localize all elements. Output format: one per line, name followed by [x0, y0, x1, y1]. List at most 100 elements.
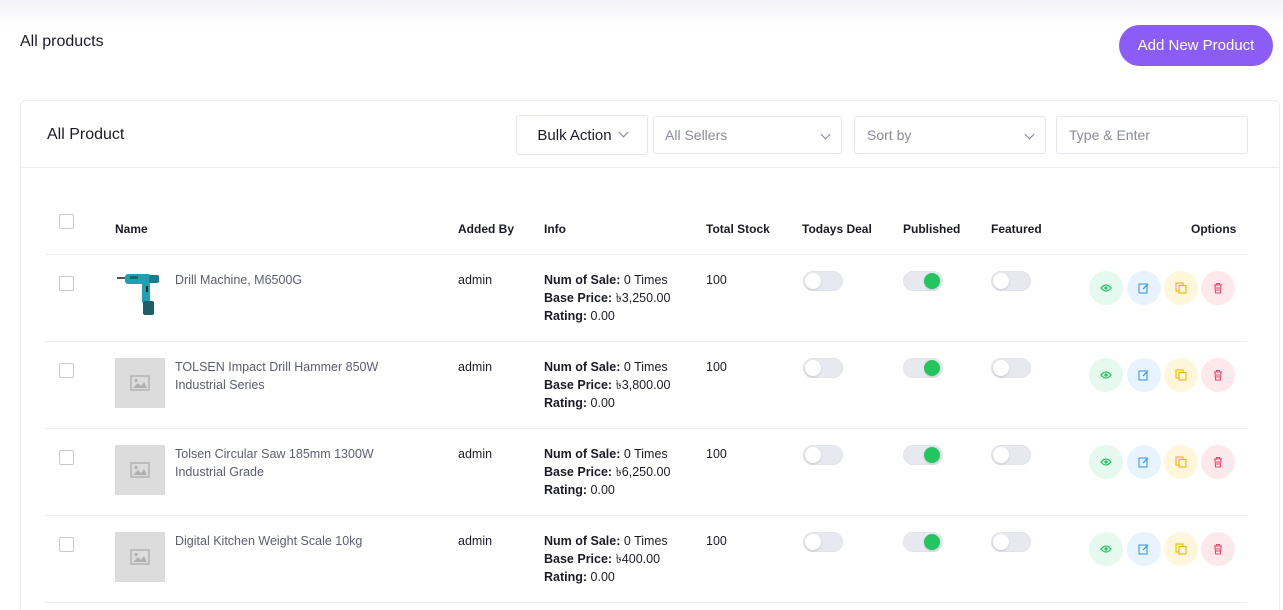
sort-select[interactable]: Sort by: [854, 116, 1046, 154]
row-checkbox[interactable]: [59, 276, 74, 291]
todays-deal-toggle[interactable]: [803, 532, 843, 552]
rating-label: Rating:: [544, 570, 588, 584]
total-stock: 100: [706, 534, 727, 548]
edit-button[interactable]: [1127, 532, 1161, 566]
duplicate-button[interactable]: [1164, 445, 1198, 479]
select-all-checkbox[interactable]: [59, 214, 74, 229]
trash-icon: [1214, 543, 1222, 555]
featured-toggle[interactable]: [991, 532, 1031, 552]
copy-icon: [1175, 369, 1187, 381]
todays-deal-toggle[interactable]: [803, 445, 843, 465]
add-new-product-button[interactable]: Add New Product: [1119, 25, 1273, 66]
column-name: Name: [115, 222, 148, 236]
trash-icon: [1214, 456, 1222, 468]
price-value: ৳6,250.00: [612, 465, 671, 479]
edit-button[interactable]: [1127, 445, 1161, 479]
product-thumbnail[interactable]: [115, 532, 165, 582]
duplicate-button[interactable]: [1164, 358, 1198, 392]
eye-icon: [1100, 371, 1112, 379]
price-label: Base Price:: [544, 378, 613, 392]
page-title: All products: [20, 33, 104, 50]
rating-value: 0.00: [587, 396, 615, 410]
eye-icon: [1100, 545, 1112, 553]
sales-label: Num of Sale:: [544, 447, 621, 461]
added-by: admin: [458, 360, 493, 374]
product-name[interactable]: Digital Kitchen Weight Scale 10kg: [175, 532, 405, 550]
trash-icon: [1214, 369, 1222, 381]
product-info: Num of Sale: 0 Times Base Price: ৳6,250.…: [544, 445, 670, 499]
rating-label: Rating:: [544, 309, 588, 323]
delete-button[interactable]: [1201, 358, 1235, 392]
sales-value: 0 Times: [620, 273, 668, 287]
bulk-action-label: Bulk Action: [537, 126, 612, 144]
featured-toggle[interactable]: [991, 445, 1031, 465]
view-button[interactable]: [1089, 358, 1123, 392]
featured-toggle[interactable]: [991, 271, 1031, 291]
chevron-down-icon: [820, 129, 831, 140]
search-input[interactable]: [1056, 116, 1248, 154]
featured-toggle[interactable]: [991, 358, 1031, 378]
rating-label: Rating:: [544, 483, 588, 497]
delete-button[interactable]: [1201, 445, 1235, 479]
card-header: All Product Bulk Action All Sellers Sort…: [21, 101, 1279, 168]
product-thumbnail[interactable]: [115, 445, 165, 495]
todays-deal-toggle[interactable]: [803, 358, 843, 378]
sales-value: 0 Times: [620, 534, 668, 548]
view-button[interactable]: [1089, 445, 1123, 479]
duplicate-button[interactable]: [1164, 271, 1198, 305]
total-stock: 100: [706, 447, 727, 461]
rating-value: 0.00: [587, 309, 615, 323]
bulk-action-dropdown[interactable]: Bulk Action: [516, 115, 648, 155]
copy-icon: [1175, 543, 1187, 555]
published-toggle[interactable]: [903, 445, 943, 465]
row-checkbox[interactable]: [59, 537, 74, 552]
view-button[interactable]: [1089, 532, 1123, 566]
product-info: Num of Sale: 0 Times Base Price: ৳3,250.…: [544, 271, 670, 325]
sort-select-value: Sort by: [867, 127, 912, 143]
todays-deal-toggle[interactable]: [803, 271, 843, 291]
product-info: Num of Sale: 0 Times Base Price: ৳400.00…: [544, 532, 668, 586]
sales-label: Num of Sale:: [544, 273, 621, 287]
edit-icon: [1138, 370, 1149, 381]
column-todays-deal: Todays Deal: [802, 222, 872, 236]
row-divider: [45, 428, 1247, 429]
row-checkbox[interactable]: [59, 363, 74, 378]
published-toggle[interactable]: [903, 532, 943, 552]
eye-icon: [1100, 458, 1112, 466]
published-toggle[interactable]: [903, 271, 943, 291]
sales-label: Num of Sale:: [544, 534, 621, 548]
price-label: Base Price:: [544, 291, 613, 305]
price-label: Base Price:: [544, 465, 613, 479]
row-divider: [45, 515, 1247, 516]
product-name[interactable]: Tolsen Circular Saw 185mm 1300W Industri…: [175, 445, 405, 481]
image-placeholder-icon: [130, 375, 150, 391]
added-by: admin: [458, 447, 493, 461]
column-added-by: Added By: [458, 222, 515, 236]
product-thumbnail[interactable]: [115, 270, 165, 320]
sellers-select[interactable]: All Sellers: [653, 116, 842, 154]
view-button[interactable]: [1089, 271, 1123, 305]
row-checkbox[interactable]: [59, 450, 74, 465]
chevron-down-icon: [1024, 129, 1035, 140]
eye-icon: [1100, 284, 1112, 292]
row-divider: [45, 341, 1247, 342]
product-name[interactable]: Drill Machine, M6500G: [175, 271, 405, 289]
image-placeholder-icon: [130, 462, 150, 478]
price-label: Base Price:: [544, 552, 613, 566]
rating-label: Rating:: [544, 396, 588, 410]
edit-button[interactable]: [1127, 358, 1161, 392]
published-toggle[interactable]: [903, 358, 943, 378]
delete-button[interactable]: [1201, 271, 1235, 305]
sellers-select-value: All Sellers: [665, 127, 728, 143]
edit-button[interactable]: [1127, 271, 1161, 305]
column-info: Info: [544, 222, 566, 236]
trash-icon: [1214, 282, 1222, 294]
delete-button[interactable]: [1201, 532, 1235, 566]
price-value: ৳3,250.00: [612, 291, 671, 305]
product-thumbnail[interactable]: [115, 358, 165, 408]
product-name[interactable]: TOLSEN Impact Drill Hammer 850W Industri…: [175, 358, 405, 394]
column-total-stock: Total Stock: [706, 222, 770, 236]
duplicate-button[interactable]: [1164, 532, 1198, 566]
sales-label: Num of Sale:: [544, 360, 621, 374]
edit-icon: [1138, 283, 1149, 294]
